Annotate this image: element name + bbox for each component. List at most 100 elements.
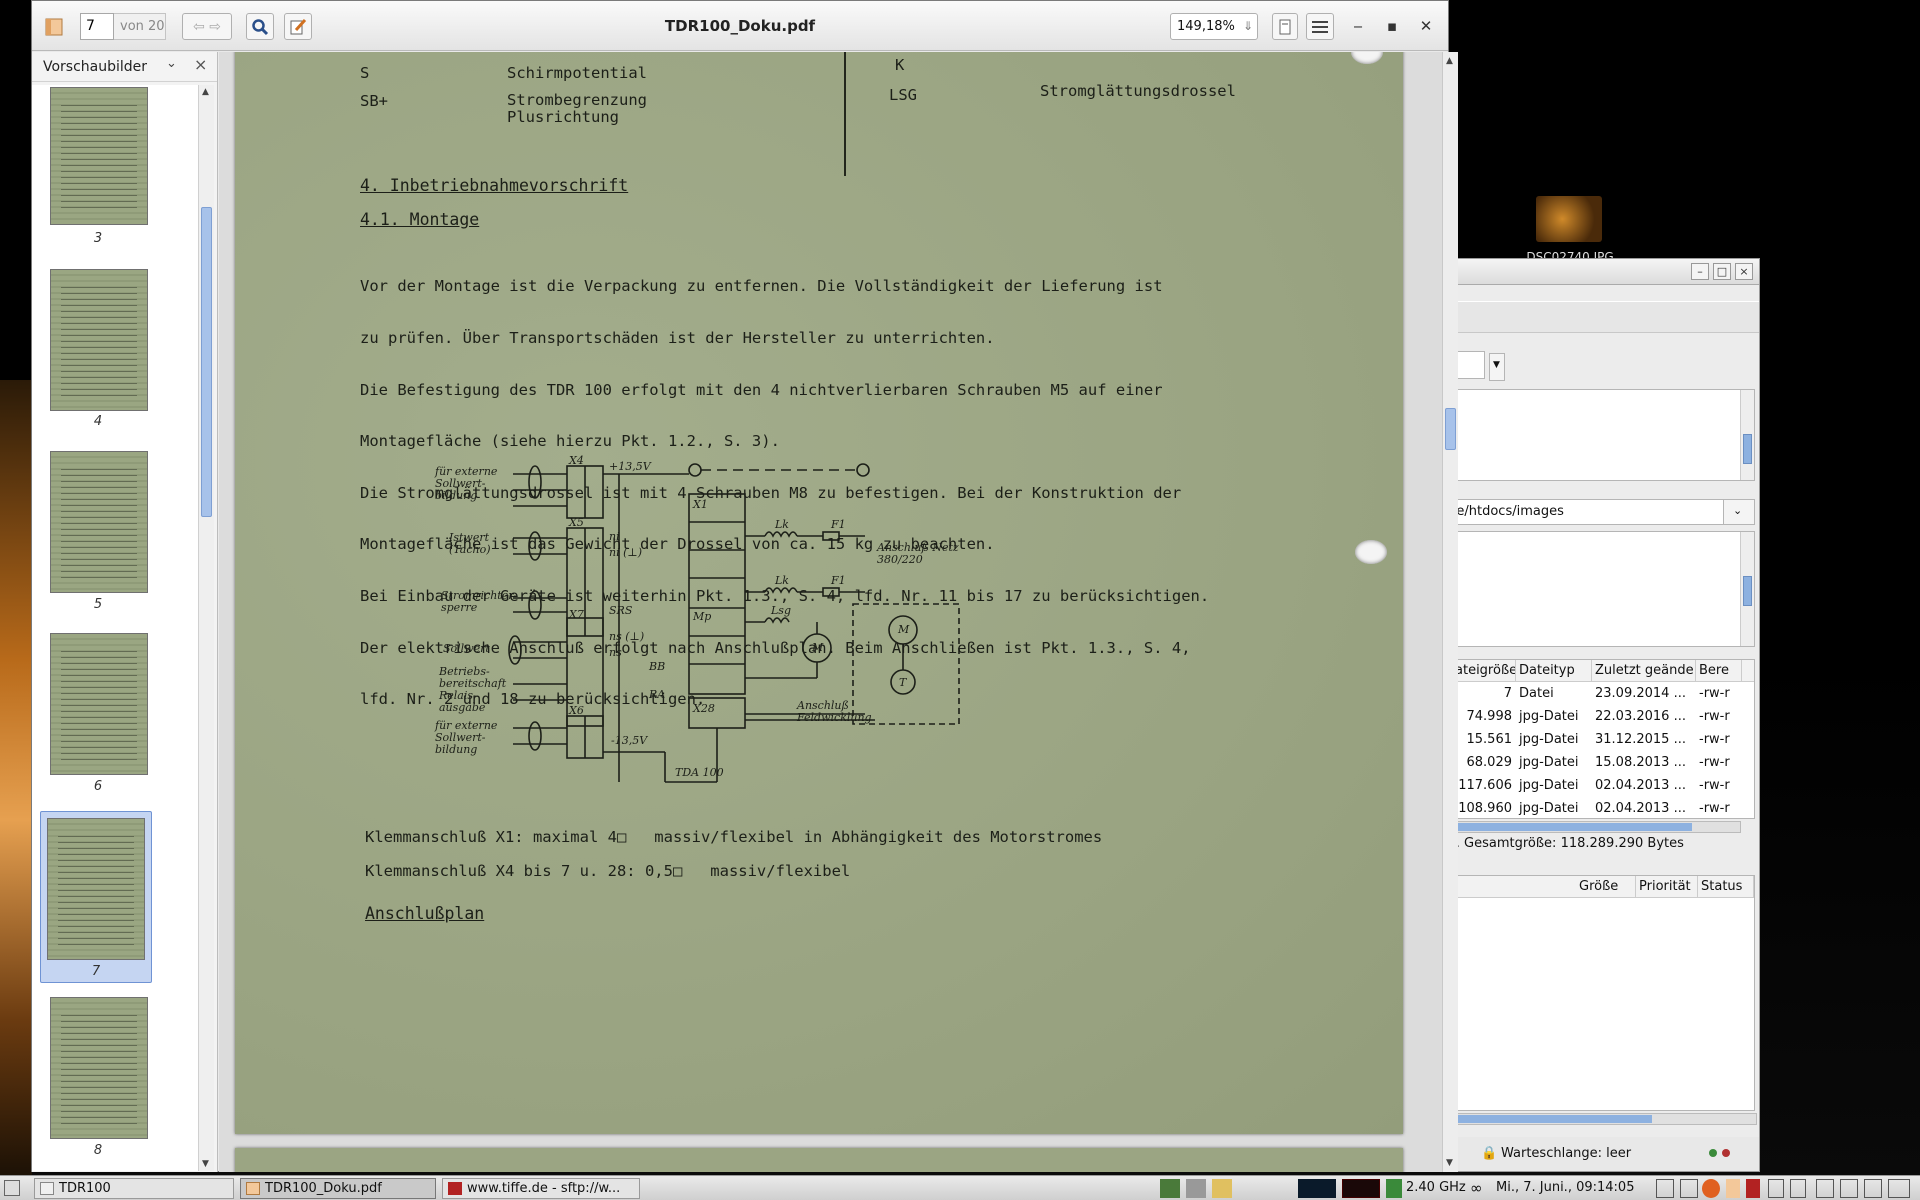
remote-file-list[interactable]: Dateigröße Dateityp Zuletzt geände Bere … <box>1441 659 1755 819</box>
thumbnail-page-7[interactable]: 7 <box>40 811 152 983</box>
col-queue-size[interactable]: Größe <box>1576 876 1636 897</box>
filezilla-tray-icon[interactable] <box>1746 1179 1760 1198</box>
document-scroll-thumb[interactable] <box>1445 408 1456 450</box>
cell-perm: -rw-r <box>1699 755 1730 770</box>
accessibility-icon[interactable]: ∞ <box>1470 1179 1483 1197</box>
battery-icon[interactable] <box>1386 1179 1402 1198</box>
workspace-icon[interactable] <box>1656 1179 1674 1198</box>
maximize-icon[interactable]: ▪ <box>1380 13 1404 39</box>
queue-header: Größe Priorität Status <box>1442 876 1754 898</box>
task-label: www.tiffe.de - sftp://w... <box>467 1181 621 1196</box>
close-icon[interactable]: × <box>1735 263 1753 280</box>
sidebar-title[interactable]: Vorschaubilder <box>43 52 147 82</box>
start-menu-icon[interactable] <box>4 1180 20 1196</box>
thumbnail-list: 3 4 5 6 7 8 <box>32 85 198 1171</box>
diagram-label: X6 <box>569 704 584 717</box>
filezilla-titlebar[interactable]: – □ × <box>1441 259 1759 285</box>
remote-dir-tree[interactable] <box>1441 531 1755 647</box>
sidebar-scrollbar[interactable]: ▲ ▼ <box>198 85 214 1171</box>
log-scrollbar[interactable] <box>1740 390 1754 480</box>
diagram-label: Anschluß Netz 380/220 <box>877 541 959 566</box>
window-icon[interactable] <box>1790 1179 1806 1198</box>
page-number-input[interactable]: 7 <box>80 13 114 40</box>
page-layout-button[interactable] <box>1272 13 1298 40</box>
window-icon[interactable] <box>1864 1179 1882 1198</box>
transfer-queue[interactable]: Größe Priorität Status <box>1441 875 1755 1111</box>
col-queue-priority[interactable]: Priorität <box>1636 876 1698 897</box>
thumbnail-label: 7 <box>91 964 101 979</box>
close-icon[interactable]: × <box>194 55 207 74</box>
tree-scrollbar[interactable] <box>1740 532 1754 646</box>
chevron-down-icon[interactable]: ⇓ <box>1243 14 1253 39</box>
log-scroll-thumb[interactable] <box>1743 434 1752 464</box>
scroll-up-icon[interactable]: ▲ <box>1446 56 1453 66</box>
pdf-viewer-tray-icon[interactable] <box>1726 1179 1740 1198</box>
col-queue-status[interactable]: Status <box>1698 876 1754 897</box>
show-desktop-icon[interactable] <box>1888 1179 1910 1198</box>
path-dropdown-icon[interactable]: ⌄ <box>1723 499 1755 525</box>
table-row[interactable]: 68.029 jpg-Datei 15.08.2013 ... -rw-r <box>1442 751 1754 774</box>
col-type[interactable]: Dateityp <box>1516 660 1592 681</box>
diagram-label: für externe Sollwert- bildung <box>435 465 498 502</box>
workspace-icon[interactable] <box>1680 1179 1698 1198</box>
task-filezilla[interactable]: www.tiffe.de - sftp://w... <box>442 1178 640 1199</box>
previous-page-icon[interactable]: ⇦ <box>193 19 205 35</box>
maximize-icon[interactable]: □ <box>1713 263 1731 280</box>
task-pdf-viewer[interactable]: TDR100_Doku.pdf <box>240 1178 436 1199</box>
window-icon[interactable] <box>1840 1179 1858 1198</box>
next-page-icon[interactable]: ⇨ <box>209 19 221 35</box>
search-button[interactable] <box>246 13 274 40</box>
scroll-down-icon[interactable]: ▼ <box>202 1159 209 1169</box>
viewer-toolbar[interactable]: 7 von 20 ⇦ ⇨ TDR100_Doku.pdf 149,18% ⇓ ‒… <box>32 1 1448 51</box>
window-icon[interactable] <box>1768 1179 1784 1198</box>
sidebar-scroll-thumb[interactable] <box>201 207 212 517</box>
system-monitor-icon[interactable] <box>1160 1179 1180 1198</box>
scroll-down-icon[interactable]: ▼ <box>1446 1158 1453 1168</box>
annotate-button[interactable] <box>284 13 312 40</box>
cpu-graph <box>1298 1179 1336 1198</box>
cell-perm: -rw-r <box>1699 709 1730 724</box>
table-row[interactable]: 108.960 jpg-Datei 02.04.2013 ... -rw-r <box>1442 797 1754 820</box>
file-list-hscroll[interactable] <box>1441 821 1741 833</box>
table-row[interactable]: 15.561 jpg-Datei 31.12.2015 ... -rw-r <box>1442 728 1754 751</box>
tree-scroll-thumb[interactable] <box>1743 576 1752 606</box>
diagram-label: X7 <box>569 608 584 621</box>
remote-path-input[interactable]: .de/htdocs/images <box>1441 499 1741 525</box>
page-nav-buttons[interactable]: ⇦ ⇨ <box>182 13 232 40</box>
scroll-up-icon[interactable]: ▲ <box>202 87 209 97</box>
minimize-icon[interactable]: ‒ <box>1346 13 1370 39</box>
clock[interactable]: Mi., 7. Juni., 09:14:05 <box>1496 1180 1634 1195</box>
table-row[interactable]: 7 Datei 23.09.2014 ... -rw-r <box>1442 682 1754 705</box>
task-file-manager[interactable]: TDR100 <box>34 1178 234 1199</box>
hscroll-thumb[interactable] <box>1442 823 1692 831</box>
zoom-select[interactable]: 149,18% ⇓ <box>1170 13 1258 40</box>
document-scrollbar[interactable]: ▲ ▼ <box>1442 52 1458 1172</box>
chevron-down-icon[interactable]: ▼ <box>1489 353 1505 381</box>
document-view[interactable]: S Schirmpotential SB+ Strombegrenzung Pl… <box>219 52 1448 1172</box>
col-modified[interactable]: Zuletzt geände <box>1592 660 1696 681</box>
minimize-icon[interactable]: – <box>1691 263 1709 280</box>
col-permissions[interactable]: Bere <box>1696 660 1742 681</box>
cell-type: Datei <box>1519 686 1554 701</box>
chevron-down-icon[interactable]: ⌄ <box>166 56 177 71</box>
thumbnail-page-4[interactable]: 4 <box>42 267 188 437</box>
legend-text: Stromglättungsdrossel <box>1040 82 1236 100</box>
close-icon[interactable]: ✕ <box>1414 13 1438 39</box>
table-row[interactable]: 74.998 jpg-Datei 22.03.2016 ... -rw-r <box>1442 705 1754 728</box>
thumbnail-page-6[interactable]: 6 <box>42 631 188 801</box>
desktop-image-icon[interactable] <box>1536 196 1602 242</box>
queue-hscroll-thumb[interactable] <box>1442 1115 1652 1123</box>
table-row[interactable]: 117.606 jpg-Datei 02.04.2013 ... -rw-r <box>1442 774 1754 797</box>
queue-hscroll[interactable] <box>1441 1113 1757 1125</box>
diagram-label: F1 <box>831 574 846 587</box>
settings-icon[interactable] <box>1186 1179 1206 1198</box>
window-icon[interactable] <box>1816 1179 1834 1198</box>
thumbnail-page-5[interactable]: 5 <box>42 449 188 619</box>
cell-perm: -rw-r <box>1699 801 1730 816</box>
firefox-icon[interactable] <box>1702 1179 1720 1198</box>
thumbnail-page-3[interactable]: 3 <box>42 85 188 255</box>
sidebar-toggle-icon[interactable] <box>42 13 66 40</box>
clipboard-icon[interactable] <box>1212 1179 1232 1198</box>
thumbnail-page-8[interactable]: 8 <box>42 995 188 1165</box>
menu-button[interactable] <box>1306 13 1334 40</box>
